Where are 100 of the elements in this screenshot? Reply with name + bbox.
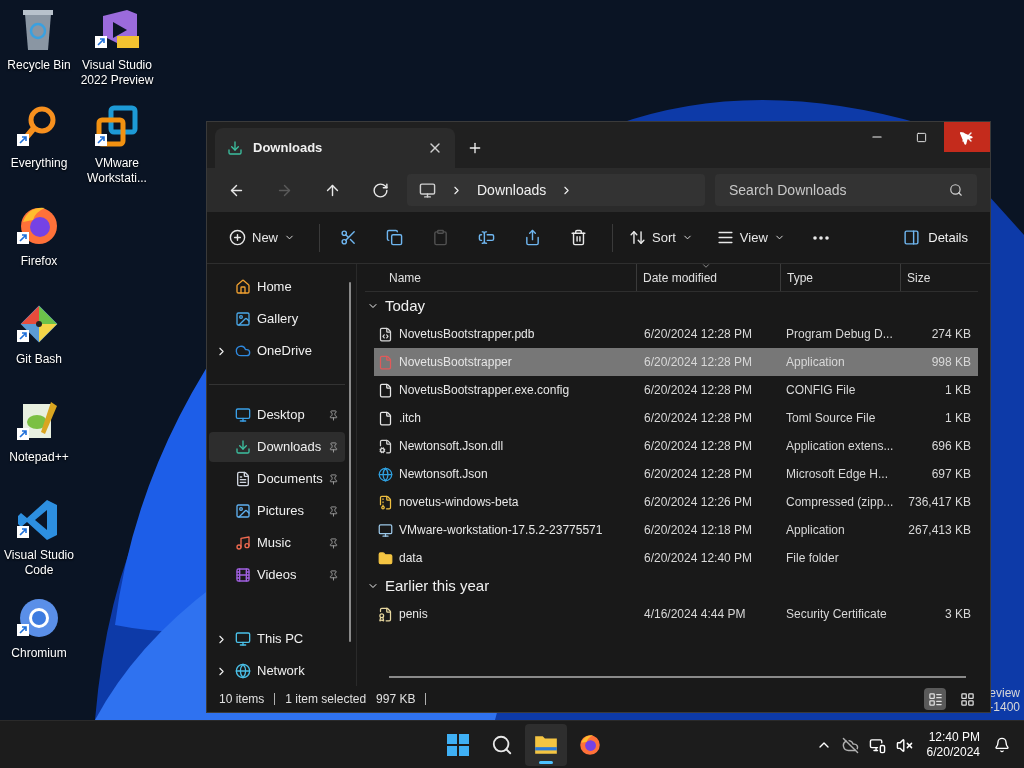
sidebar-item[interactable]: This PC — [209, 624, 345, 654]
sidebar-item[interactable]: Home — [209, 272, 345, 302]
desktop-shortcut[interactable]: VMware Workstati... — [78, 104, 156, 186]
file-name: Newtonsoft.Json — [399, 466, 488, 483]
desktop-shortcut[interactable]: Firefox — [0, 202, 78, 269]
film-icon — [235, 567, 251, 583]
file-name: data — [399, 550, 423, 567]
new-button[interactable]: New — [221, 221, 303, 254]
file-row[interactable]: penis 4/16/2024 4:44 PM Security Certificate 3 KB — [374, 600, 978, 628]
group-header[interactable]: Earlier this year — [365, 572, 990, 600]
new-icon — [229, 229, 246, 246]
clock[interactable]: 12:40 PM 6/20/2024 — [922, 730, 984, 760]
desktop-shortcut[interactable]: Recycle Bin — [0, 6, 78, 73]
share-icon — [523, 229, 541, 246]
sidebar-item[interactable]: Music — [209, 528, 345, 558]
selection-size: 997 KB — [376, 691, 416, 708]
maximize-icon — [916, 131, 927, 143]
certificate-icon — [378, 606, 393, 622]
file-row[interactable]: NovetusBootstrapper.exe.config 6/20/2024 12:28 PM CONFIG File 1 KB — [374, 376, 978, 404]
desktop-shortcut[interactable]: Notepad++ — [0, 398, 78, 465]
horizontal-scrollbar[interactable] — [389, 676, 966, 678]
desktop-shortcut[interactable]: Visual Studio 2022 Preview — [78, 6, 156, 88]
breadcrumb-item[interactable]: Downloads — [477, 179, 547, 201]
file-row[interactable]: VMware-workstation-17.5.2-23775571 6/20/2024 12:18 PM Application 267,413 KB — [374, 516, 978, 544]
file-icon — [378, 382, 393, 398]
type-cell-text: File folder — [785, 550, 840, 567]
active-indicator — [539, 760, 553, 764]
picture-icon — [235, 311, 251, 327]
date-cell-text: 6/20/2024 12:28 PM — [643, 382, 754, 399]
type-cell-text: CONFIG File — [785, 382, 857, 399]
archive-icon — [378, 494, 393, 510]
windows-logo-icon — [446, 732, 470, 757]
sidebar-item[interactable]: Network — [209, 656, 345, 686]
column-header[interactable]: Type — [780, 264, 900, 291]
cut-icon — [339, 229, 357, 246]
monitor-icon — [235, 631, 251, 647]
type-cell-text: Security Certificate — [785, 606, 888, 623]
document-icon — [235, 471, 251, 487]
date-cell-text: 6/20/2024 12:28 PM — [643, 326, 754, 343]
column-header[interactable]: Date modified — [636, 264, 780, 291]
size-cell: 697 KB — [931, 467, 971, 481]
taskbar-app-button[interactable] — [525, 723, 567, 766]
column-header[interactable]: Name — [379, 264, 636, 291]
file-name: .itch — [399, 410, 421, 427]
close-button[interactable] — [944, 122, 990, 152]
sort-button[interactable]: Sort — [621, 221, 701, 254]
file-name: VMware-workstation-17.5.2-23775571 — [399, 522, 603, 539]
download-icon — [235, 439, 251, 455]
sidebar-item[interactable]: Downloads — [209, 432, 345, 462]
size-cell: 998 KB — [931, 355, 971, 369]
scrollbar[interactable] — [349, 282, 351, 642]
sort-icon — [629, 229, 646, 246]
file-name: penis — [399, 606, 428, 623]
more-dots-icon — [812, 235, 829, 240]
address-bar[interactable]: Downloads — [407, 174, 705, 206]
sidebar-item[interactable]: Desktop — [209, 400, 345, 430]
file-row[interactable]: Newtonsoft.Json.dll 6/20/2024 12:28 PM Application extens... 696 KB — [374, 432, 978, 460]
sidebar-item[interactable]: Gallery — [209, 304, 345, 334]
code-file-icon — [378, 326, 393, 342]
monitor-icon — [419, 181, 436, 199]
file-name: novetus-windows-beta — [399, 494, 519, 511]
sidebar-item[interactable]: Documents — [209, 464, 345, 494]
column-header[interactable]: Size — [900, 264, 978, 291]
desktop-shortcut[interactable]: Everything — [0, 104, 78, 171]
view-button[interactable]: View — [708, 221, 793, 254]
details-view-button[interactable] — [924, 688, 946, 710]
house-icon — [235, 279, 251, 295]
file-row[interactable]: .itch 6/20/2024 12:28 PM Toml Source File 1 KB — [374, 404, 978, 432]
sidebar-item[interactable]: Videos — [209, 560, 345, 590]
file-row[interactable]: novetus-windows-beta 6/20/2024 12:26 PM Compressed (zipp... 736,417 KB — [374, 488, 978, 516]
cloud-off-icon — [841, 736, 859, 754]
item-count: 10 items — [219, 691, 265, 708]
window-tab[interactable]: Downloads — [215, 128, 455, 168]
file-row[interactable]: data 6/20/2024 12:40 PM File folder — [374, 544, 978, 572]
download-icon — [227, 140, 243, 156]
file-row[interactable]: NovetusBootstrapper 6/20/2024 12:28 PM Application 998 KB — [374, 348, 978, 376]
details-button[interactable]: Details — [895, 221, 976, 254]
size-cell: 3 KB — [945, 607, 971, 621]
group-header[interactable]: Today — [365, 292, 990, 320]
sidebar-item[interactable]: Pictures — [209, 496, 345, 526]
file-name: Newtonsoft.Json.dll — [399, 438, 504, 455]
file-row[interactable]: NovetusBootstrapper.pdb 6/20/2024 12:28 PM Program Debug D... 274 KB — [374, 320, 978, 348]
muted-speaker-icon — [895, 736, 913, 754]
paste-icon — [431, 229, 449, 246]
refresh-icon — [371, 181, 389, 199]
desktop-shortcut[interactable]: Chromium — [0, 594, 78, 661]
desktop-shortcut[interactable]: Visual Studio Code — [0, 496, 78, 578]
search-icon — [949, 183, 963, 197]
date-cell-text: 6/20/2024 12:26 PM — [643, 494, 754, 511]
monitor-icon — [235, 407, 251, 423]
network-icon — [868, 736, 886, 754]
file-row[interactable]: Newtonsoft.Json 6/20/2024 12:28 PM Microsoft Edge H... 697 KB — [374, 460, 978, 488]
desktop-shortcut[interactable]: Git Bash — [0, 300, 78, 367]
search-field[interactable]: Search Downloads — [715, 174, 977, 206]
cloud-icon — [235, 343, 251, 359]
type-cell-text: Application — [785, 354, 846, 371]
copy-icon — [385, 229, 403, 246]
plus-icon — [467, 140, 483, 156]
type-cell-text: Toml Source File — [785, 410, 877, 427]
sidebar-item[interactable]: OneDrive — [209, 336, 345, 366]
